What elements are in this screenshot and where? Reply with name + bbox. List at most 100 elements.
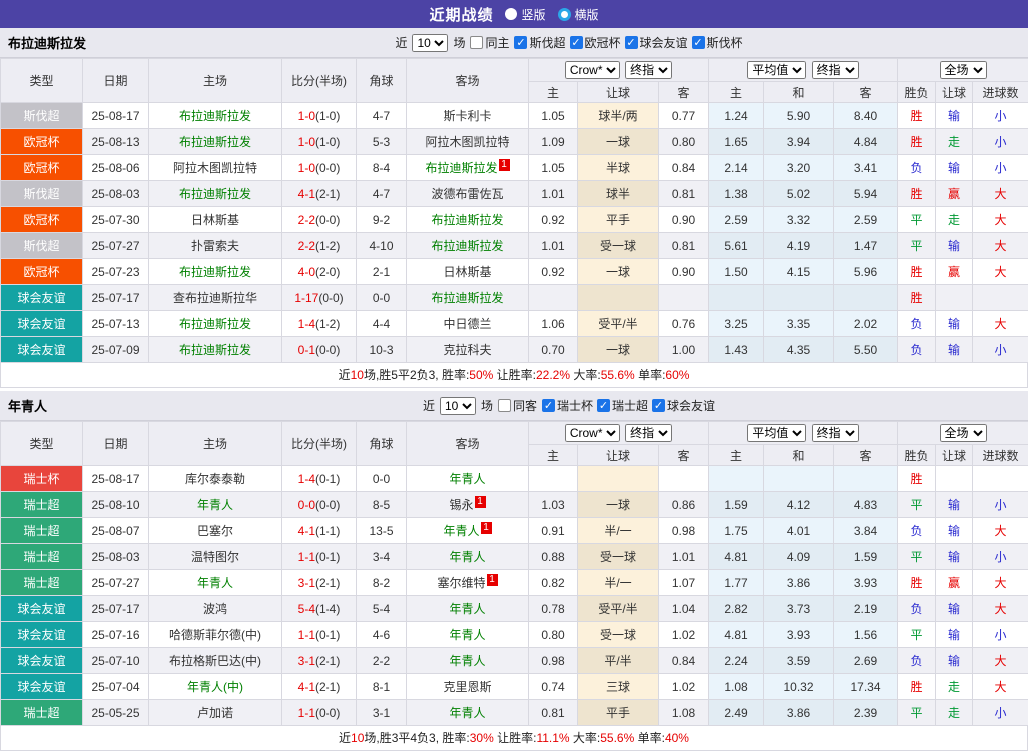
home-team-link[interactable]: 卢加诺 <box>197 706 233 720</box>
away-team-link[interactable]: 布拉迪斯拉发 <box>431 291 503 305</box>
radio-icon <box>505 8 517 20</box>
home-team-link[interactable]: 布拉迪斯拉发 <box>179 187 251 201</box>
home-team-link[interactable]: 温特图尔 <box>191 550 239 564</box>
home-team-link[interactable]: 布拉迪斯拉发 <box>179 109 251 123</box>
home-team-link[interactable]: 年青人(中) <box>187 680 243 694</box>
away-team-link[interactable]: 波德布雷佐瓦 <box>431 187 503 201</box>
home-team-cell: 布拉迪斯拉发 <box>149 259 282 285</box>
home-team-link[interactable]: 日林斯基 <box>191 213 239 227</box>
avg-time-select[interactable]: 终指 <box>812 424 859 442</box>
home-team-link[interactable]: 年青人 <box>197 498 233 512</box>
table-row: 瑞士超 25-08-10 年青人 0-0(0-0) 8-5 锡永1 1.03 一… <box>1 492 1028 518</box>
table-row: 斯伐超 25-07-27 扑雷索夫 2-2(1-2) 4-10 布拉迪斯拉发 1… <box>1 233 1028 259</box>
away-team-cell: 年青人 <box>407 648 529 674</box>
period-select[interactable]: 全场 <box>940 424 987 442</box>
away-team-link[interactable]: 年青人 <box>449 472 485 486</box>
table-row: 斯伐超 25-08-17 布拉迪斯拉发 1-0(1-0) 4-7 斯卡利卡 1.… <box>1 103 1028 129</box>
away-team-link[interactable]: 斯卡利卡 <box>443 109 491 123</box>
away-team-link[interactable]: 布拉迪斯拉发 <box>425 161 497 175</box>
handicap-result-cell: 输 <box>936 518 973 544</box>
avg-home-odds-cell: 3.25 <box>709 311 764 337</box>
odds-company-select[interactable]: Crow* <box>565 61 620 79</box>
away-team-link[interactable]: 克里恩斯 <box>443 680 491 694</box>
away-team-link[interactable]: 年青人 <box>449 706 485 720</box>
league-filter-checkbox[interactable]: ✓球会友谊 <box>652 397 715 414</box>
league-filter-checkbox[interactable]: ✓欧冠杯 <box>570 34 621 51</box>
layout-radio-vertical[interactable]: 竖版 <box>505 6 545 23</box>
over-under-cell: 大 <box>973 207 1028 233</box>
corners-cell: 3-1 <box>357 700 407 726</box>
home-team-link[interactable]: 年青人 <box>197 576 233 590</box>
home-team-link[interactable]: 哈德斯菲尔德(中) <box>169 628 261 642</box>
home-team-link[interactable]: 查布拉迪斯拉华 <box>173 291 257 305</box>
half-time-score: (0-0) <box>315 498 340 512</box>
home-team-link[interactable]: 布拉格斯巴达(中) <box>169 654 261 668</box>
league-filter-checkbox[interactable]: ✓斯伐杯 <box>692 34 743 51</box>
over-under-cell: 小 <box>973 129 1028 155</box>
away-team-link[interactable]: 年青人 <box>449 628 485 642</box>
league-filter-checkbox[interactable]: ✓斯伐超 <box>514 34 565 51</box>
away-team-link[interactable]: 克拉科夫 <box>443 343 491 357</box>
avg-away-odds-cell: 17.34 <box>834 674 898 700</box>
odds-away-cell: 1.07 <box>659 570 709 596</box>
subcol-wdl: 胜负 <box>898 445 936 466</box>
home-team-link[interactable]: 布拉迪斯拉发 <box>179 265 251 279</box>
avg-draw-odds-cell: 3.86 <box>764 700 834 726</box>
over-under-cell <box>973 466 1028 492</box>
odds-time-select[interactable]: 终指 <box>625 61 672 79</box>
home-team-link[interactable]: 布拉迪斯拉发 <box>179 317 251 331</box>
odds-home-cell: 1.01 <box>529 233 578 259</box>
same-venue-checkbox[interactable]: 同主 <box>470 34 509 51</box>
home-team-link[interactable]: 扑雷索夫 <box>191 239 239 253</box>
match-count-select[interactable]: 10 <box>440 397 476 415</box>
home-team-link[interactable]: 巴塞尔 <box>197 524 233 538</box>
home-team-link[interactable]: 波鸿 <box>203 602 227 616</box>
league-filter-checkbox[interactable]: ✓瑞士超 <box>597 397 648 414</box>
results-table-2: 类型 日期 主场 比分(半场) 角球 客场 Crow* 终指 平均值 终指 <box>0 421 1028 726</box>
avg-away-odds-cell: 5.50 <box>834 337 898 363</box>
away-team-link[interactable]: 年青人 <box>449 602 485 616</box>
table-row: 瑞士超 25-05-25 卢加诺 1-1(0-0) 3-1 年青人 0.81 平… <box>1 700 1028 726</box>
away-team-link[interactable]: 布拉迪斯拉发 <box>431 239 503 253</box>
checkbox-checked-icon: ✓ <box>570 36 583 49</box>
away-team-link[interactable]: 年青人 <box>449 654 485 668</box>
match-count-select[interactable]: 10 <box>412 34 448 52</box>
avg-draw-odds-cell: 3.93 <box>764 622 834 648</box>
league-filter-checkbox[interactable]: ✓球会友谊 <box>625 34 688 51</box>
checkbox-checked-icon: ✓ <box>542 399 555 412</box>
half-time-score: (1-2) <box>315 239 340 253</box>
away-team-link[interactable]: 布拉迪斯拉发 <box>431 213 503 227</box>
same-venue-checkbox[interactable]: 同客 <box>498 397 537 414</box>
away-team-link[interactable]: 日林斯基 <box>443 265 491 279</box>
score-cell: 1-0(1-0) <box>282 103 357 129</box>
subcol-away-odds: 客 <box>659 445 709 466</box>
away-team-link[interactable]: 锡永 <box>449 498 473 512</box>
layout-radio-horizontal[interactable]: 横版 <box>558 6 599 23</box>
league-filter-checkbox[interactable]: ✓瑞士杯 <box>542 397 593 414</box>
away-team-link[interactable]: 中日德兰 <box>443 317 491 331</box>
home-team-link[interactable]: 阿拉木图凯拉特 <box>173 161 257 175</box>
home-team-cell: 布拉迪斯拉发 <box>149 337 282 363</box>
subcol-goals: 进球数 <box>973 82 1028 103</box>
away-team-link[interactable]: 年青人 <box>443 524 479 538</box>
score-cell: 1-1(0-1) <box>282 544 357 570</box>
away-team-link[interactable]: 年青人 <box>449 550 485 564</box>
home-team-link[interactable]: 库尔泰泰勒 <box>185 472 245 486</box>
away-team-link[interactable]: 塞尔维特 <box>437 576 485 590</box>
home-team-link[interactable]: 布拉迪斯拉发 <box>179 343 251 357</box>
odds-company-select[interactable]: Crow* <box>565 424 620 442</box>
corners-cell: 8-4 <box>357 155 407 181</box>
avg-odds-select[interactable]: 平均值 <box>747 61 806 79</box>
league-badge: 瑞士超 <box>1 544 83 570</box>
odds-away-cell: 1.08 <box>659 700 709 726</box>
odds-time-select[interactable]: 终指 <box>625 424 672 442</box>
away-team-cell: 年青人 <box>407 596 529 622</box>
home-team-link[interactable]: 布拉迪斯拉发 <box>179 135 251 149</box>
home-team-cell: 库尔泰泰勒 <box>149 466 282 492</box>
avg-time-select[interactable]: 终指 <box>812 61 859 79</box>
avg-odds-select[interactable]: 平均值 <box>747 424 806 442</box>
away-team-link[interactable]: 阿拉木图凯拉特 <box>425 135 509 149</box>
full-time-score: 1-4 <box>298 472 315 486</box>
period-select[interactable]: 全场 <box>940 61 987 79</box>
odds-home-cell: 0.88 <box>529 544 578 570</box>
